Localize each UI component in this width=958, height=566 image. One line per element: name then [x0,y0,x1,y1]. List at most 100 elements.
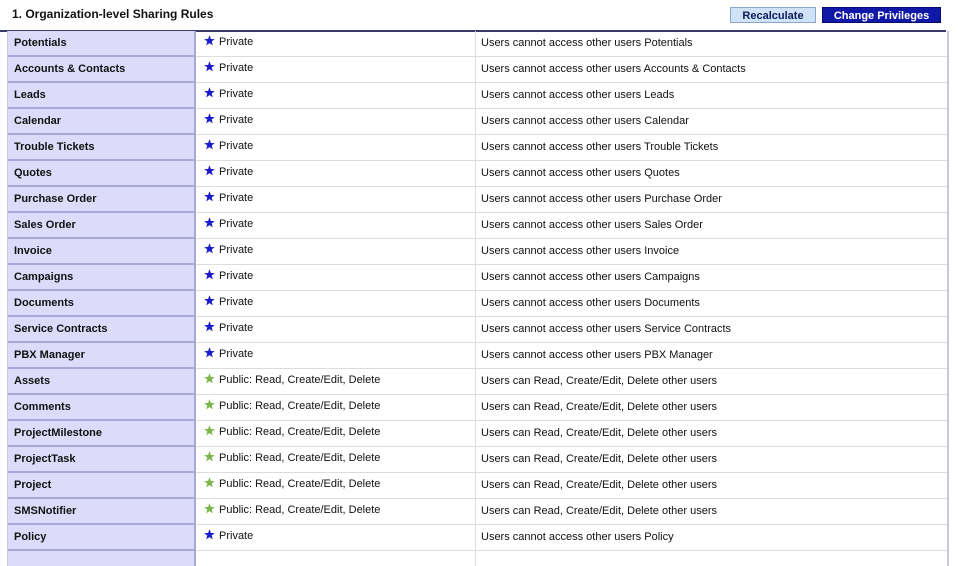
description-cell: Users cannot access other users Purchase… [476,187,947,213]
module-name-cell: Project [8,473,196,499]
description-cell: Users can Read, Create/Edit, Delete othe… [476,473,947,499]
module-name-cell: Potentials [8,31,196,57]
description-cell: Users cannot access other users Calendar [476,109,947,135]
description-cell: Users can Read, Create/Edit, Delete othe… [476,369,947,395]
table-row: Potentials Private Users cannot access oth… [8,31,947,57]
module-name-cell: Quotes [8,161,196,187]
description-cell: Users cannot access other users Trouble … [476,135,947,161]
private-star-icon [204,87,215,98]
table-row: Quotes Private Users cannot access other u… [8,161,947,187]
description-cell: Users can Read, Create/Edit, Delete othe… [476,395,947,421]
private-star-icon [204,61,215,72]
access-level-cell: Private [196,213,476,239]
table-row: ProjectMilestone Public: Read, Create/Edi… [8,421,947,447]
private-star-icon [204,35,215,46]
private-star-icon [204,347,215,358]
module-name-cell: Sales Order [8,213,196,239]
module-name-cell: ProjectTask [8,447,196,473]
private-star-icon [204,269,215,280]
access-level-label: Private [219,166,254,178]
public-star-icon [204,425,215,436]
module-name-cell: ProjectMilestone [8,421,196,447]
access-level-label: Private [219,114,254,126]
public-star-icon [204,399,215,410]
private-star-icon [204,243,215,254]
access-level-cell: Private [196,343,476,369]
module-name-cell: Documents [8,291,196,317]
access-level-label: Private [219,218,254,230]
table-row: Comments Public: Read, Create/Edit, Delet… [8,395,947,421]
description-cell: Users can Read, Create/Edit, Delete othe… [476,421,947,447]
access-level-label: Private [219,270,254,282]
table-row: Accounts & Contacts Private Users cannot a… [8,57,947,83]
description-cell [476,551,947,566]
public-star-icon [204,451,215,462]
public-star-icon [204,373,215,384]
access-level-cell: Private [196,31,476,57]
public-star-icon [204,477,215,488]
module-name-cell: Accounts & Contacts [8,57,196,83]
description-cell: Users cannot access other users Leads [476,83,947,109]
change-privileges-button[interactable]: Change Privileges [822,7,941,23]
access-level-cell: Public: Read, Create/Edit, Delete [196,395,476,421]
module-name-cell: Trouble Tickets [8,135,196,161]
access-level-cell: Public: Read, Create/Edit, Delete [196,499,476,525]
access-level-cell: Private [196,187,476,213]
access-level-label: Public: Read, Create/Edit, Delete [219,400,381,412]
access-level-cell: Private [196,161,476,187]
access-level-label: Public: Read, Create/Edit, Delete [219,374,381,386]
access-level-label: Private [219,62,254,74]
access-level-label: Private [219,296,254,308]
access-level-cell: Private [196,317,476,343]
table-row: Purchase Order Private Users cannot access… [8,187,947,213]
recalculate-button[interactable]: Recalculate [730,7,816,23]
module-name-cell: Purchase Order [8,187,196,213]
description-cell: Users cannot access other users Document… [476,291,947,317]
description-cell: Users cannot access other users PBX Mana… [476,343,947,369]
table-row [8,551,947,566]
access-level-cell: Public: Read, Create/Edit, Delete [196,447,476,473]
module-name-cell: Leads [8,83,196,109]
access-level-label: Private [219,322,254,334]
access-level-label: Private [219,36,254,48]
table-row: Assets Public: Read, Create/Edit, Delete U… [8,369,947,395]
module-name-cell: PBX Manager [8,343,196,369]
access-level-label: Private [219,348,254,360]
private-star-icon [204,529,215,540]
module-name-cell: Invoice [8,239,196,265]
access-level-cell: Private [196,83,476,109]
access-level-cell: Public: Read, Create/Edit, Delete [196,369,476,395]
description-cell: Users cannot access other users Accounts… [476,57,947,83]
table-row: Service Contracts Private Users cannot acc… [8,317,947,343]
access-level-cell: Private [196,265,476,291]
table-row: Trouble Tickets Private Users cannot acces… [8,135,947,161]
module-name-cell: Policy [8,525,196,551]
table-row: Invoice Private Users cannot access other … [8,239,947,265]
access-level-label: Public: Read, Create/Edit, Delete [219,426,381,438]
access-level-cell: Private [196,109,476,135]
access-level-cell: Private [196,135,476,161]
description-cell: Users cannot access other users Sales Or… [476,213,947,239]
access-level-cell: Private [196,291,476,317]
table-row: SMSNotifier Public: Read, Create/Edit, De… [8,499,947,525]
public-star-icon [204,503,215,514]
description-cell: Users cannot access other users Service … [476,317,947,343]
module-name-cell: Campaigns [8,265,196,291]
private-star-icon [204,217,215,228]
sharing-rules-header: 1. Organization-level Sharing Rules Reca… [0,0,946,32]
section-title: 1. Organization-level Sharing Rules [12,7,214,21]
module-name-cell: Comments [8,395,196,421]
description-cell: Users cannot access other users Quotes [476,161,947,187]
access-level-label: Private [219,192,254,204]
description-cell: Users cannot access other users Invoice [476,239,947,265]
access-level-cell: Private [196,239,476,265]
access-level-cell: Public: Read, Create/Edit, Delete [196,421,476,447]
access-level-label: Private [219,530,254,542]
table-row: Documents Private Users cannot access othe… [8,291,947,317]
private-star-icon [204,165,215,176]
access-level-label: Public: Read, Create/Edit, Delete [219,478,381,490]
private-star-icon [204,295,215,306]
table-row: ProjectTask Public: Read, Create/Edit, De… [8,447,947,473]
module-name-cell: Service Contracts [8,317,196,343]
description-cell: Users can Read, Create/Edit, Delete othe… [476,499,947,525]
